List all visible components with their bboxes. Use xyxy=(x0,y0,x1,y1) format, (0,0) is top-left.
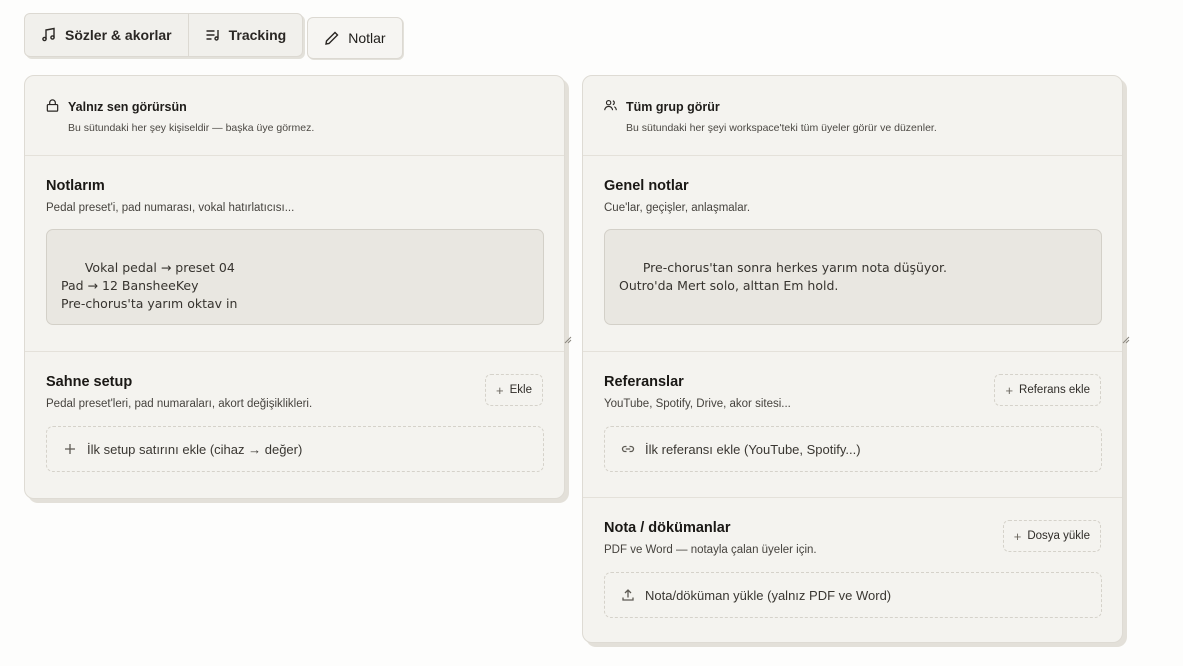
tab-label: Sözler & akorlar xyxy=(65,27,172,43)
upload-document-row[interactable]: Nota/döküman yükle (yalnız PDF ve Word) xyxy=(604,572,1102,618)
private-notes-card: Yalnız sen görürsün Bu sütundaki her şey… xyxy=(24,75,572,499)
my-notes-textarea[interactable]: Vokal pedal → preset 04 Pad → 12 Banshee… xyxy=(46,229,572,344)
plus-icon: + xyxy=(1013,528,1022,544)
upload-icon xyxy=(621,588,635,602)
add-first-reference-row[interactable]: İlk referansı ekle (YouTube, Spotify...) xyxy=(604,426,1102,472)
lock-icon xyxy=(45,98,60,116)
tab-lyrics-chords[interactable]: Sözler & akorlar xyxy=(25,14,188,56)
plus-icon: + xyxy=(496,382,504,398)
card-header: Yalnız sen görürsün Bu sütundaki her şey… xyxy=(25,76,564,156)
pencil-icon xyxy=(324,30,340,46)
card-description: Bu sütundaki her şeyi workspace'teki tüm… xyxy=(626,122,937,134)
button-label: Dosya yükle xyxy=(1027,530,1090,542)
upload-file-button[interactable]: + Dosya yükle xyxy=(1002,520,1101,552)
tab-label: Tracking xyxy=(228,27,287,43)
card-header: Tüm grup görür Bu sütundaki her şeyi wor… xyxy=(583,76,1122,156)
textarea-value: Pre-chorus'tan sonra herkes yarım nota d… xyxy=(619,260,947,293)
button-label: Referans ekle xyxy=(1019,384,1090,396)
resize-handle-icon[interactable] xyxy=(1090,313,1130,344)
add-first-setup-row[interactable]: İlk setup satırını ekle (cihaz → değer) xyxy=(46,426,544,472)
section-subtitle: Cue'lar, geçişler, anlaşmalar. xyxy=(604,202,751,214)
tab-bar: Sözler & akorlar Tracking Notlar xyxy=(24,13,403,59)
textarea-value: Vokal pedal → preset 04 Pad → 12 Banshee… xyxy=(61,260,238,311)
tab-label: Notlar xyxy=(348,30,386,46)
users-icon xyxy=(603,98,618,116)
tab-group: Sözler & akorlar Tracking xyxy=(24,13,304,57)
tab-notes[interactable]: Notlar xyxy=(307,17,403,59)
card-title: Yalnız sen görürsün xyxy=(68,100,187,114)
section-title: Notlarım xyxy=(46,178,105,194)
resize-handle-icon[interactable] xyxy=(532,313,572,344)
general-notes-textarea[interactable]: Pre-chorus'tan sonra herkes yarım nota d… xyxy=(604,229,1130,344)
section-title: Sahne setup xyxy=(46,374,133,390)
button-label: Ekle xyxy=(509,384,532,396)
card-title: Tüm grup görür xyxy=(626,100,720,114)
shared-notes-card: Tüm grup görür Bu sütundaki her şeyi wor… xyxy=(582,75,1130,643)
row-label: İlk referansı ekle (YouTube, Spotify...) xyxy=(645,441,861,457)
stage-setup-section: Sahne setup Pedal preset'leri, pad numar… xyxy=(25,352,564,498)
references-section: Referanslar YouTube, Spotify, Drive, ako… xyxy=(583,352,1122,498)
row-label: İlk setup satırını ekle (cihaz → değer) xyxy=(87,441,303,457)
list-music-icon xyxy=(205,27,221,43)
documents-section: Nota / dökümanlar PDF ve Word — notayla … xyxy=(583,498,1122,638)
section-subtitle: Pedal preset'i, pad numarası, vokal hatı… xyxy=(46,202,295,214)
section-subtitle: Pedal preset'leri, pad numaraları, akort… xyxy=(46,398,313,410)
general-notes-section: Genel notlar Cue'lar, geçişler, anlaşmal… xyxy=(583,156,1130,352)
link-icon xyxy=(621,442,635,456)
card-description: Bu sütundaki her şey kişiseldir — başka … xyxy=(68,122,315,134)
add-setup-button[interactable]: + Ekle xyxy=(485,374,543,406)
plus-icon xyxy=(63,442,77,456)
row-label: Nota/döküman yükle (yalnız PDF ve Word) xyxy=(645,587,892,603)
plus-icon: + xyxy=(1005,382,1014,398)
my-notes-section: Notlarım Pedal preset'i, pad numarası, v… xyxy=(25,156,572,352)
add-reference-button[interactable]: + Referans ekle xyxy=(994,374,1101,406)
tab-tracking[interactable]: Tracking xyxy=(187,14,303,56)
section-title: Genel notlar xyxy=(604,178,689,194)
music-notes-icon xyxy=(41,27,57,43)
